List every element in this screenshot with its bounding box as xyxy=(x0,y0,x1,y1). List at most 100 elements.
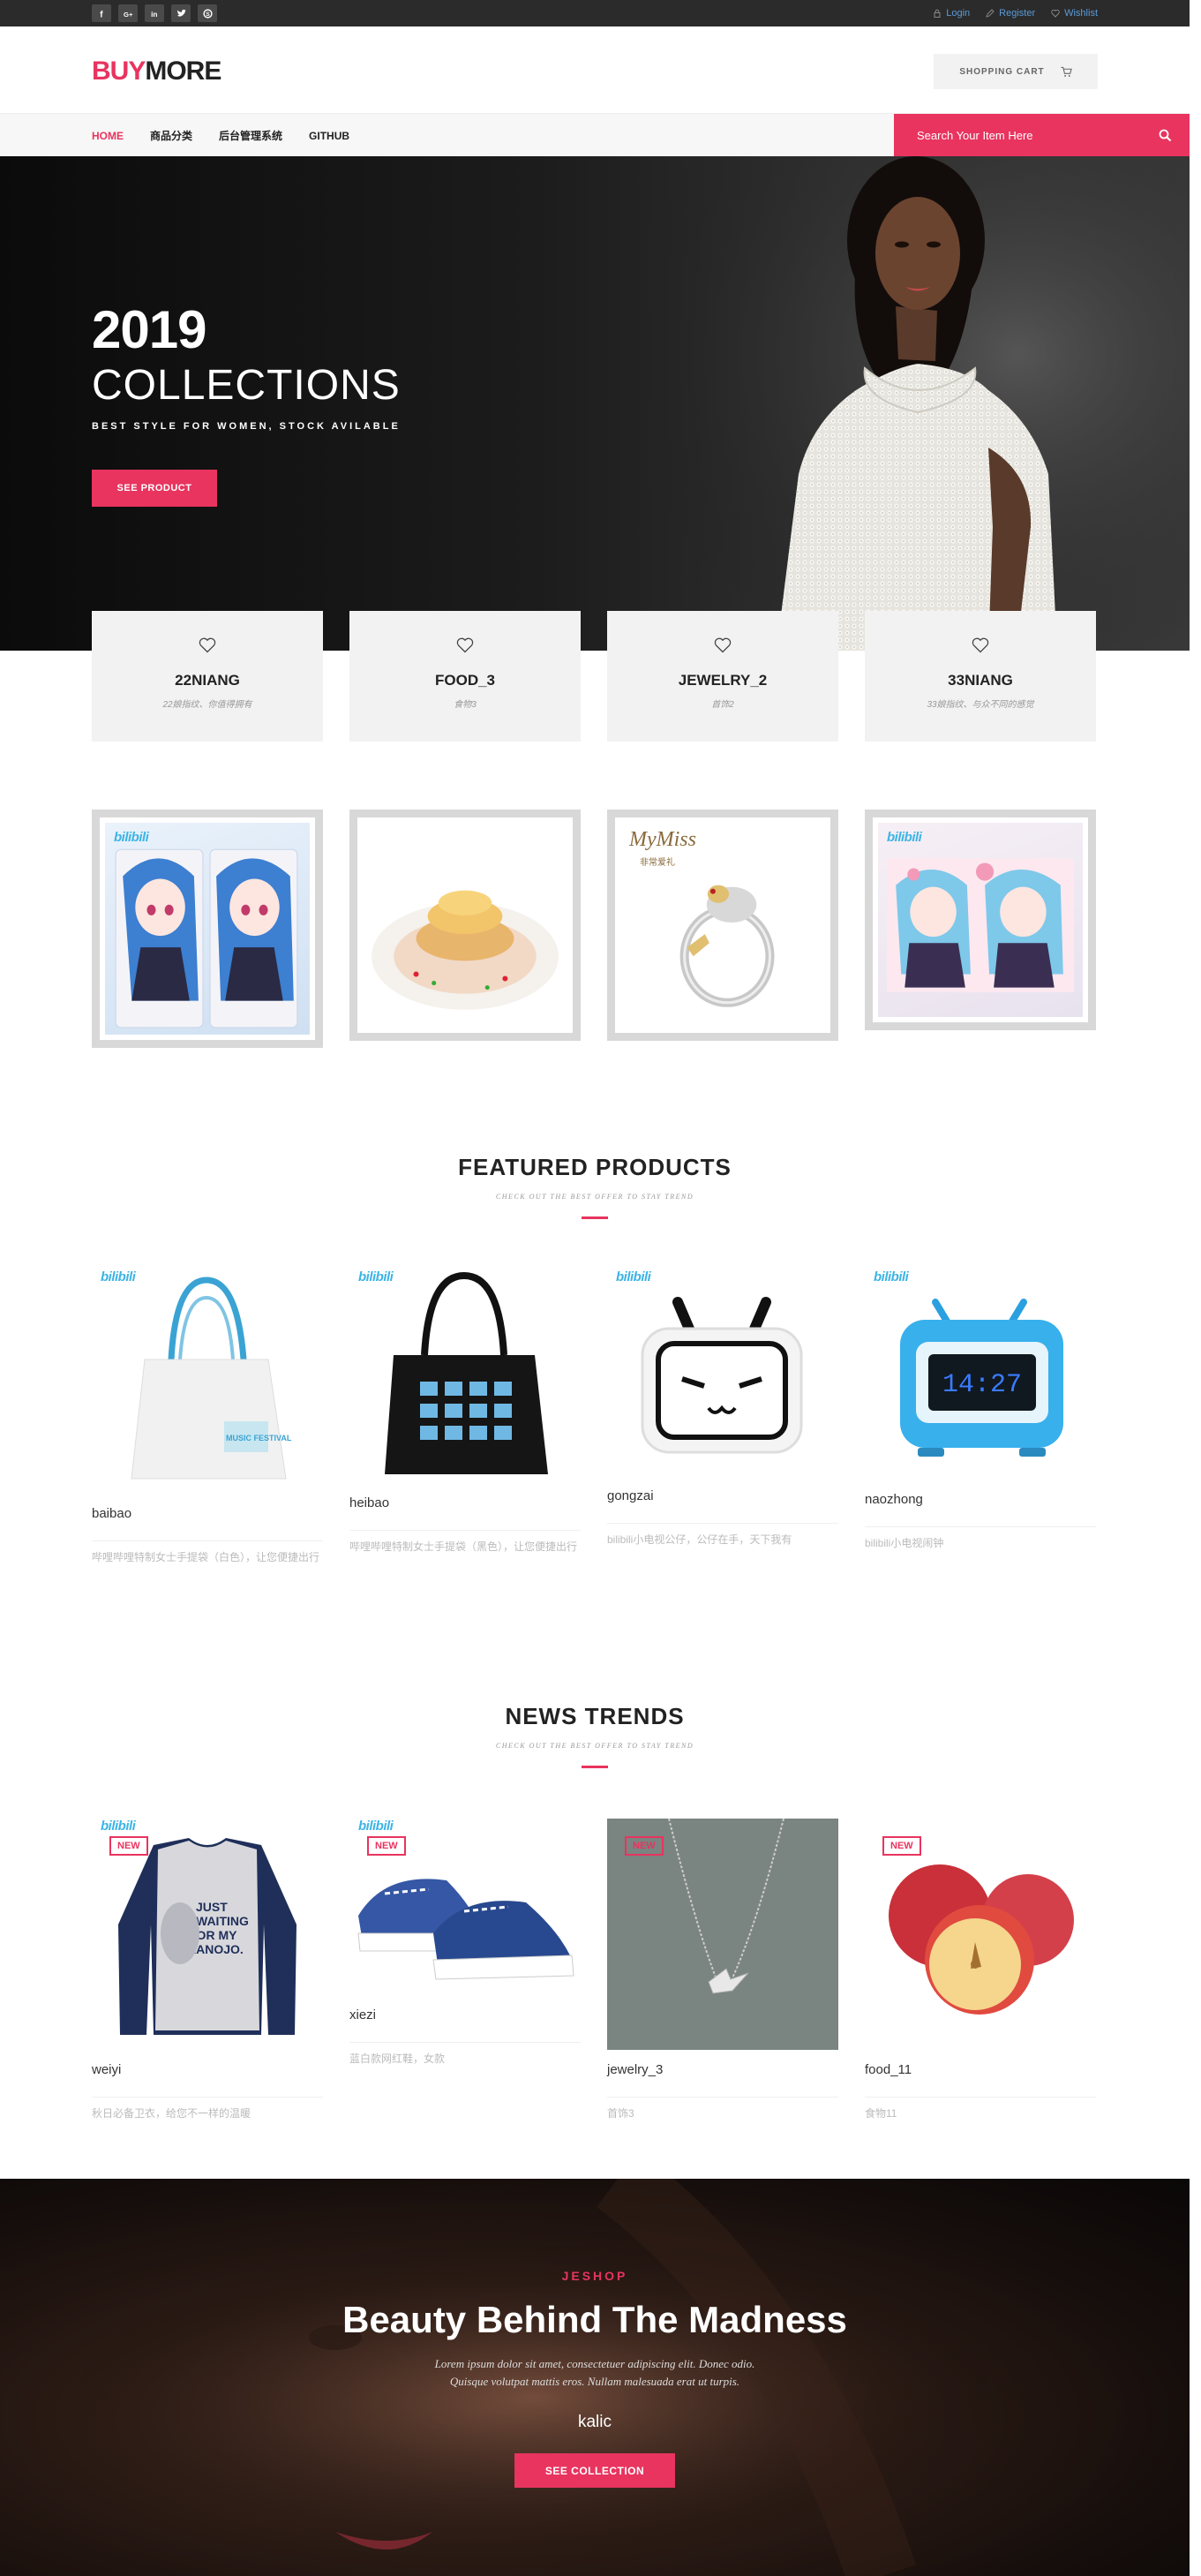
site-header: BUYMORE SHOPPING CART xyxy=(0,26,1190,113)
heart-icon xyxy=(1051,9,1060,18)
twitter-icon[interactable] xyxy=(171,4,191,22)
product-desc: 食物11 xyxy=(865,2097,1096,2122)
featured-title: FEATURED PRODUCTS xyxy=(458,1154,732,1180)
product-image[interactable]: bilibili 14:27 xyxy=(865,1262,1096,1480)
wishlist-label: Wishlist xyxy=(1064,8,1098,19)
product-name[interactable]: heibao xyxy=(349,1495,581,1510)
product-desc: bilibili小电视公仔，公仔在手，天下我有 xyxy=(607,1523,838,1548)
product-desc: 哔哩哔哩特制女士手提袋（白色），让您便捷出行 xyxy=(92,1540,323,1566)
banner-text: Lorem ipsum dolor sit amet, consectetuer… xyxy=(0,2355,1190,2391)
news-divider xyxy=(582,1766,608,1768)
nav-item-categories[interactable]: 商品分类 xyxy=(150,128,192,143)
product-name[interactable]: food_11 xyxy=(865,2062,1096,2077)
see-product-button[interactable]: SEE PRODUCT xyxy=(92,470,217,507)
linkedin-icon[interactable]: in xyxy=(145,4,164,22)
hero-model-image xyxy=(618,156,1190,651)
register-link[interactable]: Register xyxy=(986,8,1035,19)
category-box[interactable]: 33NIANG 33娘指纹、与众不同的感觉 xyxy=(865,611,1096,742)
site-logo[interactable]: BUYMORE xyxy=(92,56,221,87)
bilibili-logo: bilibili xyxy=(358,1819,394,1834)
category-box[interactable]: FOOD_3 食物3 xyxy=(349,611,581,742)
product-image[interactable]: bilibili NEW xyxy=(349,1819,581,1995)
product-card[interactable]: bilibili gongzai bilibili小电视公仔，公仔在手，天下我有 xyxy=(607,1262,838,1548)
skype-icon[interactable]: S xyxy=(198,4,217,22)
banner-author: kalic xyxy=(577,2413,612,2431)
product-image[interactable]: NEW xyxy=(607,1819,838,2050)
search-input[interactable]: Search Your Item Here xyxy=(894,114,1190,157)
heart-icon xyxy=(199,637,216,653)
svg-text:MUSIC FESTIVAL: MUSIC FESTIVAL xyxy=(226,1434,292,1442)
product-name[interactable]: weiyi xyxy=(92,2062,323,2077)
banner-pretitle: JESHOP xyxy=(561,2269,628,2283)
anime-pillow-image xyxy=(115,848,298,1028)
nav-item-admin[interactable]: 后台管理系统 xyxy=(219,128,282,143)
mymiss-logo-sub: 非常爱礼 xyxy=(640,858,675,868)
lock-icon xyxy=(934,9,941,18)
hero-year: 2019 xyxy=(92,300,206,359)
svg-text:G+: G+ xyxy=(124,10,133,18)
category-boxes: 22NIANG 22娘指纹、你值得拥有 FOOD_3 食物3 JEWELRY_2… xyxy=(92,611,1098,742)
promo-image-anime-cards[interactable]: bilibili xyxy=(865,810,1096,1030)
facebook-icon[interactable]: f xyxy=(92,4,111,22)
product-desc: 首饰3 xyxy=(607,2097,838,2122)
bilibili-logo: bilibili xyxy=(874,1269,909,1284)
logo-part-more: MORE xyxy=(145,56,221,86)
product-card[interactable]: bilibili heibao 哔哩哔哩特制女士手提袋（黑色），让您便捷出行 xyxy=(349,1262,581,1555)
tv-clock-image: 14:27 xyxy=(900,1299,1063,1457)
svg-text:f: f xyxy=(100,10,103,19)
new-badge: NEW xyxy=(882,1836,921,1856)
featured-subtitle: CHECK OUT THE BEST OFFER TO STAY TREND xyxy=(495,1193,694,1201)
search-icon[interactable] xyxy=(1159,129,1172,142)
product-name[interactable]: naozhong xyxy=(865,1492,1096,1507)
category-box[interactable]: JEWELRY_2 首饰2 xyxy=(607,611,838,742)
top-bar: f G+ in S Login Register Wishlist xyxy=(0,0,1190,26)
banner-text-line: Quisque volutpat mattis eros. Nullam mal… xyxy=(449,2375,740,2388)
bilibili-logo: bilibili xyxy=(887,830,922,845)
product-name[interactable]: gongzai xyxy=(607,1488,838,1503)
new-badge: NEW xyxy=(367,1836,406,1856)
nav-item-github[interactable]: GITHUB xyxy=(309,130,349,142)
category-desc: 22娘指纹、你值得拥有 xyxy=(162,700,252,710)
product-card[interactable]: bilibili JUST WAITING FOR MY KANOJO. NEW we… xyxy=(92,1819,323,2122)
product-card[interactable]: NEW food_11 食物11 xyxy=(865,1819,1096,2122)
category-box[interactable]: 22NIANG 22娘指纹、你值得拥有 xyxy=(92,611,323,742)
login-label: Login xyxy=(946,8,971,19)
svg-text:in: in xyxy=(151,10,157,18)
google-plus-icon[interactable]: G+ xyxy=(118,4,138,22)
banner-text-line: Lorem ipsum dolor sit amet, consectetuer… xyxy=(434,2357,755,2370)
product-name[interactable]: jewelry_3 xyxy=(607,2062,838,2077)
product-image[interactable]: bilibili JUST WAITING FOR MY KANOJO. NEW xyxy=(92,1819,323,2050)
heart-icon xyxy=(456,637,474,653)
product-desc: 蓝白款网红鞋，女款 xyxy=(349,2042,581,2068)
shopping-cart-button[interactable]: SHOPPING CART xyxy=(934,54,1098,89)
main-nav: HOME 商品分类 后台管理系统 GITHUB Search Your Item… xyxy=(0,113,1190,157)
product-name[interactable]: xiezi xyxy=(349,2007,581,2022)
login-link[interactable]: Login xyxy=(933,8,970,19)
news-subtitle: CHECK OUT THE BEST OFFER TO STAY TREND xyxy=(495,1742,694,1750)
nav-item-home[interactable]: HOME xyxy=(92,130,124,142)
logo-part-buy: BUY xyxy=(92,56,146,86)
product-card[interactable]: bilibili 14:27 naozhong bilibili小电视闹钟 xyxy=(865,1262,1096,1552)
wishlist-link[interactable]: Wishlist xyxy=(1051,8,1098,19)
product-desc: bilibili小电视闹钟 xyxy=(865,1526,1096,1552)
food-plate-image xyxy=(372,890,559,1010)
product-image[interactable]: bilibili xyxy=(349,1262,581,1483)
banner-title: Beauty Behind The Madness xyxy=(342,2299,847,2340)
product-card[interactable]: bilibili MUSIC FESTIVAL baibao 哔哩哔哩特制女士手… xyxy=(92,1262,323,1566)
product-card[interactable]: bilibili NEW xiezi 蓝白款网红鞋，女款 xyxy=(349,1819,581,2068)
product-image[interactable]: bilibili xyxy=(607,1262,838,1476)
product-image[interactable]: NEW xyxy=(865,1819,1096,2050)
anime-cards-image xyxy=(887,858,1074,992)
news-title: NEWS TRENDS xyxy=(505,1703,685,1729)
product-name[interactable]: baibao xyxy=(92,1506,323,1521)
promo-image-anime-pillow[interactable]: bilibili xyxy=(92,810,323,1048)
product-card[interactable]: NEW jewelry_3 首饰3 xyxy=(607,1819,838,2122)
white-bag-image: MUSIC FESTIVAL xyxy=(131,1277,292,1480)
promo-image-ring[interactable]: MyMiss 非常爱礼 xyxy=(607,810,838,1041)
promo-image-food[interactable] xyxy=(349,810,581,1041)
ring-image xyxy=(679,885,775,1007)
product-image[interactable]: bilibili MUSIC FESTIVAL xyxy=(92,1262,323,1494)
product-desc: 哔哩哔哩特制女士手提袋（黑色），让您便捷出行 xyxy=(349,1530,581,1555)
bilibili-logo: bilibili xyxy=(114,830,149,845)
see-collection-button[interactable]: SEE COLLECTION xyxy=(514,2453,675,2488)
